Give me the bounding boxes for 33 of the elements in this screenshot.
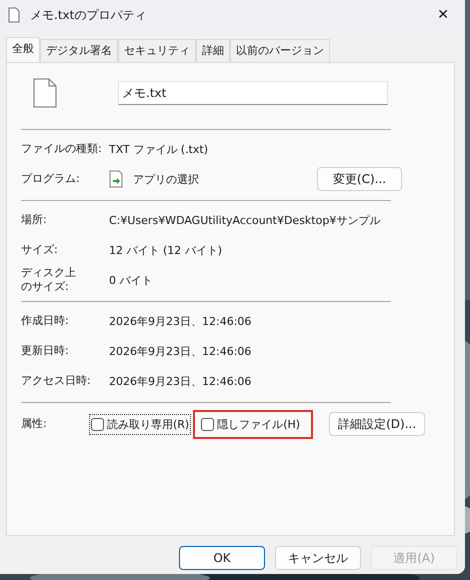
field-value: 2026年9月23日、12:46:06 [109,344,252,358]
field-label: 場所: [21,213,47,226]
tab[interactable]: 詳細 [196,39,230,62]
checkbox[interactable]: 読み取り専用(R) [89,414,192,434]
tab[interactable]: セキュリティ [118,39,196,62]
field-label: 属性: [21,416,48,432]
field-value: TXT ファイル (.txt) [109,142,208,156]
app-icon [109,170,123,188]
change-button[interactable]: 変更(C)... [317,167,402,191]
field-label: 更新日時: [21,344,69,358]
field-value: アプリの選択 [133,172,200,186]
dialog-button[interactable]: キャンセル [275,546,361,570]
field-label: プログラム: [21,172,80,186]
window-title: メモ.txtのプロパティ [30,6,148,24]
dialog-button[interactable]: OK [179,546,265,570]
field-value: C:¥Users¥WDAGUtilityAccount¥Desktop¥サンプル [109,212,380,228]
tab[interactable]: 以前のバージョン [230,39,330,62]
field-label: 作成日時: [21,314,69,328]
field-label: ファイルの種類: [21,142,102,156]
field-label: サイズ: [21,243,58,256]
field-label: ディスク上のサイズ: [21,266,76,294]
field-value: 12 バイト (12 バイト) [109,242,222,258]
document-icon [8,7,20,23]
file-name-field[interactable]: メモ.txt [118,81,388,105]
close-button[interactable]: ✕ [429,7,457,23]
field-value: 2026年9月23日、12:46:06 [109,374,252,388]
document-icon [33,78,57,108]
field-label: アクセス日時: [21,374,91,388]
tab[interactable]: デジタル署名 [40,39,118,62]
tab[interactable]: 全般 [6,37,40,62]
field-value: 2026年9月23日、12:46:06 [109,314,252,328]
advanced-button[interactable]: 詳細設定(D)... [329,412,426,436]
field-value: 0 バイト [109,272,152,288]
